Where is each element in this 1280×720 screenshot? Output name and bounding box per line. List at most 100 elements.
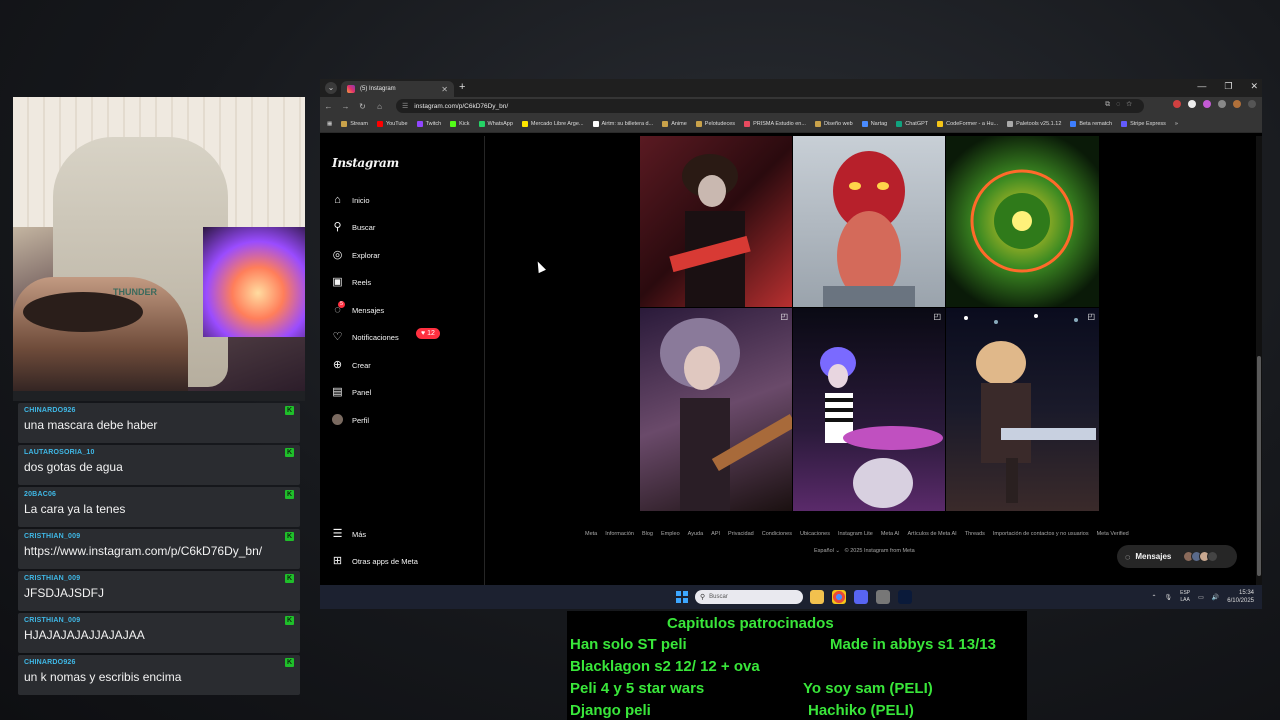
chat-link[interactable]: https://www.instagram.com/p/C6kD76Dy_bn/	[24, 544, 294, 558]
footer-link[interactable]: Meta	[585, 531, 597, 537]
bookmark-item[interactable]: Nartag	[861, 120, 887, 127]
bookmark-item[interactable]: Twitch	[416, 120, 441, 127]
footer-link[interactable]: Privacidad	[728, 531, 754, 537]
post-thumbnail[interactable]	[640, 136, 792, 307]
nav-panel[interactable]: ▤ Panel	[331, 386, 371, 399]
profile-avatar[interactable]	[1233, 100, 1241, 108]
bookmark-star-icon[interactable]: ⧉◌☆	[1105, 101, 1138, 109]
bookmark-item[interactable]: Kick	[450, 120, 470, 127]
window-close-icon[interactable]: ✕	[1250, 81, 1258, 92]
bookmark-item[interactable]: Airtm: su billetera d...	[592, 120, 653, 127]
chevron-down-icon[interactable]: ⌄	[835, 548, 840, 554]
photoshop-icon[interactable]	[898, 590, 912, 604]
messages-button[interactable]: ◌ Mensajes	[1117, 545, 1237, 568]
bookmarks-overflow-icon[interactable]: »	[1175, 121, 1178, 127]
bookmark-item[interactable]: Diseño web	[814, 120, 853, 127]
obs-icon[interactable]	[876, 590, 890, 604]
instagram-logo[interactable]: Instagram	[332, 156, 399, 170]
footer-link[interactable]: API	[711, 531, 720, 537]
bookmark-item[interactable]: Stream	[341, 120, 368, 127]
footer-link[interactable]: Meta Verified	[1097, 531, 1129, 537]
extensions-puzzle-icon[interactable]	[1218, 100, 1226, 108]
clock[interactable]: 15:34 6/10/2025	[1227, 589, 1254, 605]
post-thumbnail[interactable]	[793, 136, 945, 307]
scrollbar[interactable]	[1256, 136, 1262, 585]
microphone-icon[interactable]: 🎙	[1165, 594, 1173, 601]
language-indicator[interactable]: ESP LAA	[1180, 590, 1190, 604]
reload-icon[interactable]: ↻	[354, 102, 371, 111]
bookmark-item[interactable]: YouTube	[376, 120, 408, 127]
maximize-icon[interactable]: ❐	[1224, 81, 1232, 92]
file-explorer-icon[interactable]	[810, 590, 824, 604]
chat-username[interactable]: LAUTAROSORIA_10	[24, 449, 294, 456]
nav-inicio[interactable]: ⌂ Inicio	[331, 194, 369, 207]
nav-perfil[interactable]: Perfil	[331, 414, 369, 427]
nav-reels[interactable]: ▣ Reels	[331, 276, 371, 289]
bookmark-item[interactable]: ChatGPT	[896, 120, 928, 127]
footer-link[interactable]: Blog	[642, 531, 653, 537]
chat-username[interactable]: CRISTHIAN_009	[24, 575, 294, 582]
bookmark-item[interactable]: Beta rematch	[1070, 120, 1112, 127]
site-info-icon[interactable]: ☰	[402, 102, 408, 110]
nav-notificaciones[interactable]: ♡ Notificaciones ♥ 12	[331, 328, 440, 344]
kick-badge-icon: K	[285, 616, 294, 625]
bookmark-item[interactable]: PRISMA Estudio en...	[744, 120, 806, 127]
language-select[interactable]: Español	[814, 548, 834, 554]
forward-icon[interactable]: →	[337, 102, 354, 111]
extension-icon[interactable]	[1173, 100, 1181, 108]
bookmark-item[interactable]: CodeFormer - a Hu...	[937, 120, 998, 127]
nav-buscar[interactable]: ⚲ Buscar	[331, 221, 375, 234]
discord-icon[interactable]	[854, 590, 868, 604]
menu-dots-icon[interactable]	[1248, 100, 1256, 108]
chrome-icon[interactable]	[832, 590, 846, 604]
back-icon[interactable]: ←	[320, 102, 337, 111]
footer-link[interactable]: Ubicaciones	[800, 531, 830, 537]
bookmark-item[interactable]: Pelotudeces	[695, 120, 735, 127]
nav-explorar[interactable]: ◎ Explorar	[331, 249, 380, 262]
post-thumbnail[interactable]: ◰	[640, 308, 792, 511]
chat-username[interactable]: CHINARDO926	[24, 407, 294, 414]
footer-link[interactable]: Instagram Lite	[838, 531, 873, 537]
chevron-up-icon[interactable]: ⌃	[1151, 594, 1156, 601]
address-bar[interactable]: ☰ instagram.com/p/C6kD76Dy_bn/ ⧉◌☆	[396, 99, 1144, 113]
footer-link[interactable]: Importación de contactos y no usuarios	[993, 531, 1089, 537]
apps-grid-icon[interactable]: ▦	[327, 121, 332, 127]
nav-mensajes[interactable]: ◌ 5 Mensajes	[331, 301, 384, 317]
chat-username[interactable]: CHINARDO926	[24, 659, 294, 666]
close-icon[interactable]: ✕	[441, 85, 448, 94]
new-tab-button[interactable]: +	[459, 81, 465, 93]
url-text[interactable]: instagram.com/p/C6kD76Dy_bn/	[414, 103, 508, 110]
extension-icon[interactable]	[1203, 100, 1211, 108]
tab-instagram[interactable]: (5) Instagram ✕	[341, 81, 454, 97]
bookmark-item[interactable]: Stripe Express	[1121, 120, 1166, 127]
footer-link[interactable]: Threads	[965, 531, 985, 537]
nav-mas[interactable]: ☰ Más	[331, 528, 367, 541]
post-thumbnail[interactable]	[946, 136, 1099, 307]
chat-username[interactable]: CRISTHIAN_009	[24, 533, 294, 540]
minimize-icon[interactable]: —	[1197, 81, 1206, 92]
post-thumbnail[interactable]: ◰	[793, 308, 945, 511]
nav-other-apps[interactable]: ⊞ Otras apps de Meta	[331, 555, 418, 568]
network-icon[interactable]: ▭	[1198, 594, 1204, 601]
footer-link[interactable]: Artículos de Meta AI	[907, 531, 956, 537]
bookmark-item[interactable]: Anime	[662, 120, 687, 127]
chat-username[interactable]: 20BAC06	[24, 491, 294, 498]
footer-link[interactable]: Ayuda	[688, 531, 704, 537]
post-thumbnail[interactable]: ◰	[946, 308, 1099, 511]
footer-link[interactable]: Empleo	[661, 531, 680, 537]
bookmark-item[interactable]: Paletools v25.1.12	[1007, 120, 1061, 127]
home-icon[interactable]: ⌂	[371, 102, 388, 111]
extension-icon[interactable]	[1188, 100, 1196, 108]
speaker-icon[interactable]: 🔊	[1212, 594, 1219, 601]
footer-link[interactable]: Condiciones	[762, 531, 792, 537]
footer-link[interactable]: Información	[605, 531, 634, 537]
footer-link[interactable]: Meta AI	[881, 531, 900, 537]
chat-username[interactable]: CRISTHIAN_009	[24, 617, 294, 624]
taskbar-search[interactable]: ⚲ Buscar	[695, 590, 803, 604]
nav-crear[interactable]: ⊕ Crear	[331, 359, 371, 372]
bookmark-item[interactable]: Mercado Libre Arge...	[521, 120, 584, 127]
tab-search-button[interactable]: ⌄	[325, 82, 337, 94]
bookmark-item[interactable]: WhatsApp	[478, 120, 513, 127]
windows-start-icon[interactable]	[676, 591, 688, 603]
scroll-thumb[interactable]	[1257, 356, 1261, 576]
